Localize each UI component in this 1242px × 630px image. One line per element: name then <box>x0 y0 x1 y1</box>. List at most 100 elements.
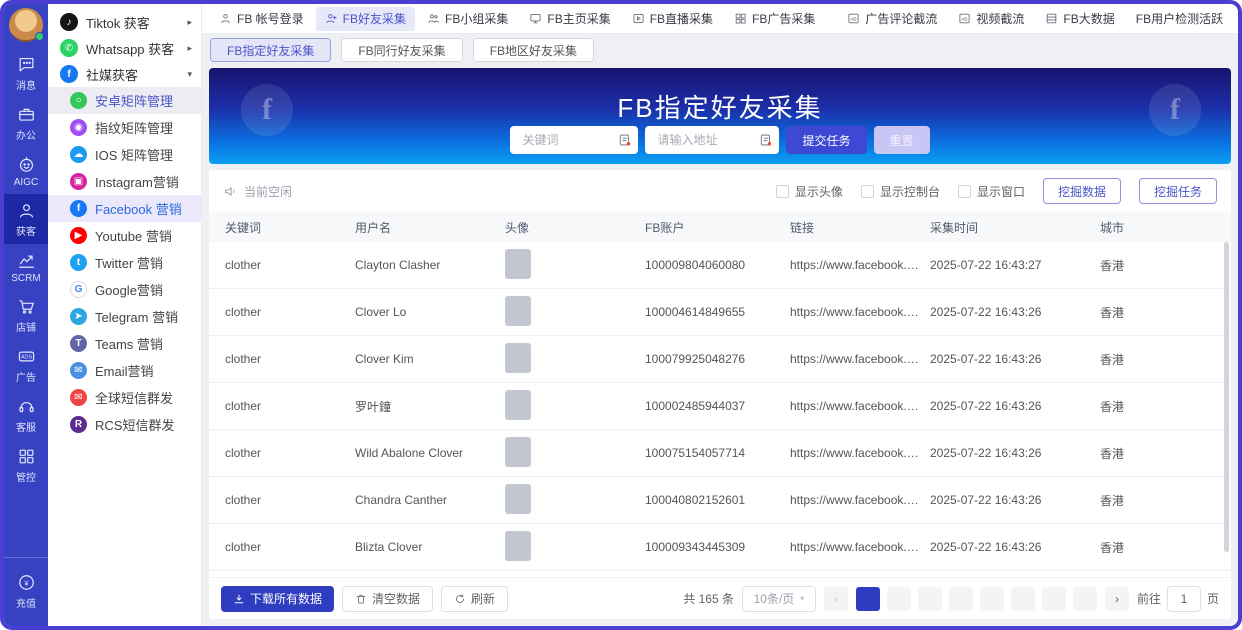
subtab-designated-friend[interactable]: FB指定好友采集 <box>210 38 331 62</box>
sidebar-group-tiktok[interactable]: ♪ Tiktok 获客 ▸ <box>48 9 201 35</box>
checkbox-show-window[interactable]: 显示窗口 <box>958 183 1025 200</box>
cell-link[interactable]: https://www.facebook.com/pr... <box>790 258 930 272</box>
tab-fb-friend-collect[interactable]: FB好友采集 <box>316 7 415 31</box>
page-button[interactable] <box>1042 587 1066 611</box>
rail-label: 办公 <box>16 127 36 142</box>
tab-fb-account-login[interactable]: FB 帐号登录 <box>210 7 313 31</box>
col-username: 用户名 <box>355 219 505 236</box>
sidebar-submenu-item[interactable]: ◉ 指纹矩阵管理 <box>48 114 201 141</box>
data-card: 当前空闲 显示头像 显示控制台 显示窗口 挖掘数据 挖掘任务 关键词 用户名 头… <box>209 170 1231 619</box>
next-page-button[interactable]: › <box>1105 587 1129 611</box>
rail-item-support[interactable]: 客服 <box>4 390 48 440</box>
submenu-label: 安卓矩阵管理 <box>95 91 173 110</box>
avatar-placeholder <box>505 437 531 467</box>
cell-link[interactable]: https://www.facebook.com/pr... <box>790 446 930 460</box>
sidebar-submenu-item[interactable]: R RCS短信群发 <box>48 411 201 438</box>
cell-link[interactable]: https://www.facebook.com/ke... <box>790 493 930 507</box>
cell-link[interactable]: https://www.facebook.com/lo... <box>790 399 930 413</box>
avatar-placeholder <box>505 296 531 326</box>
table-row[interactable]: clother Clover Lo 100004614849655 https:… <box>209 289 1231 336</box>
cell-link[interactable]: https://www.facebook.com/bl... <box>790 540 930 554</box>
table-row[interactable]: clother Blizta Clover 100009343445309 ht… <box>209 524 1231 571</box>
table-row[interactable]: clother 罗叶鐘 100002485944037 https://www.… <box>209 383 1231 430</box>
tab-fb-ads-collect[interactable]: FB广告采集 <box>725 7 824 31</box>
mine-task-button[interactable]: 挖掘任务 <box>1139 178 1217 204</box>
people-icon <box>427 12 440 25</box>
main-area: FB 帐号登录 FB好友采集 FB小组采集 FB主页采集 FB直播采集 FB广告… <box>202 4 1238 626</box>
cell-city: 香港 <box>1100 398 1231 415</box>
grid-icon <box>734 12 747 25</box>
rail-item-ads[interactable]: ADS 广告 <box>4 340 48 390</box>
tab-fb-live-collect[interactable]: FB直播采集 <box>623 7 722 31</box>
sidebar-submenu-item[interactable]: ▣ Instagram营销 <box>48 168 201 195</box>
group-label: Whatsapp 获客 <box>86 39 174 58</box>
keyword-input[interactable] <box>520 132 618 148</box>
tab-fb-group-collect[interactable]: FB小组采集 <box>418 7 517 31</box>
address-input[interactable] <box>655 132 759 148</box>
sidebar-submenu-item[interactable]: f Facebook 营销 <box>48 195 201 222</box>
page-button[interactable] <box>1011 587 1035 611</box>
table-row[interactable]: clother Wild Abalone Clover 100075154057… <box>209 430 1231 477</box>
tab-video-intercept[interactable]: AD 视频截流 <box>949 7 1033 31</box>
monitor-icon <box>529 12 542 25</box>
table-row[interactable]: clother Chandra Canther 100040802152601 … <box>209 477 1231 524</box>
sidebar-submenu-item[interactable]: ✉ 全球短信群发 <box>48 384 201 411</box>
download-all-button[interactable]: 下载所有数据 <box>221 586 334 612</box>
tab-fb-user-active-check[interactable]: FB用户检测活跃 <box>1127 7 1232 31</box>
sidebar-group-social[interactable]: f 社媒获客 ▾ <box>48 61 201 87</box>
page-button[interactable] <box>949 587 973 611</box>
rail-item-aigc[interactable]: AIGC <box>4 148 48 194</box>
sidebar-submenu-item[interactable]: ✉ Email营销 <box>48 357 201 384</box>
checkbox-show-console[interactable]: 显示控制台 <box>861 183 940 200</box>
tab-fb-bigdata[interactable]: FB大数据 <box>1036 7 1123 31</box>
page-button[interactable] <box>1073 587 1097 611</box>
document-edit-icon[interactable] <box>759 133 773 147</box>
sidebar-submenu-item[interactable]: ➤ Telegram 营销 <box>48 303 201 330</box>
submit-task-button[interactable]: 提交任务 <box>786 126 866 154</box>
sidebar-group-whatsapp[interactable]: ✆ Whatsapp 获客 ▸ <box>48 35 201 61</box>
document-edit-icon[interactable] <box>618 133 632 147</box>
cell-keyword: clother <box>225 540 355 554</box>
page-button[interactable] <box>856 587 880 611</box>
rail-item-recharge[interactable]: ¥ 充值 <box>4 566 48 616</box>
subtab-peer-friend[interactable]: FB同行好友采集 <box>341 38 462 62</box>
rail-item-scrm[interactable]: SCRM <box>4 244 48 290</box>
page-button[interactable] <box>887 587 911 611</box>
app-window: 消息 办公 AIGC 获客 SCRM 店铺 ADS 广告 客服 <box>0 0 1242 630</box>
subtab-region-friend[interactable]: FB地区好友采集 <box>473 38 594 62</box>
clear-data-button[interactable]: 清空数据 <box>342 586 433 612</box>
checkbox-show-avatar[interactable]: 显示头像 <box>776 183 843 200</box>
page-size-select[interactable]: 10条/页▾ <box>742 586 816 612</box>
sidebar-submenu-item[interactable]: t Twitter 营销 <box>48 249 201 276</box>
page-button[interactable] <box>980 587 1004 611</box>
submenu-label: Google营销 <box>95 280 163 299</box>
rail-item-manage[interactable]: 管控 <box>4 440 48 490</box>
table-row[interactable]: clother Clayton Clasher 100009804060080 … <box>209 242 1231 289</box>
sidebar-submenu-item[interactable]: ▶ Youtube 营销 <box>48 222 201 249</box>
refresh-button[interactable]: 刷新 <box>441 586 508 612</box>
sidebar-submenu-item[interactable]: ○ 安卓矩阵管理 <box>48 87 201 114</box>
sidebar-submenu-item[interactable]: ☁ IOS 矩阵管理 <box>48 141 201 168</box>
cell-link[interactable]: https://www.facebook.com/cl... <box>790 305 930 319</box>
person-icon <box>17 201 36 220</box>
rail-item-office[interactable]: 办公 <box>4 98 48 148</box>
rail-item-shop[interactable]: 店铺 <box>4 290 48 340</box>
mine-data-button[interactable]: 挖掘数据 <box>1043 178 1121 204</box>
user-avatar[interactable] <box>9 8 43 42</box>
rail-item-leads[interactable]: 获客 <box>4 194 48 244</box>
prev-page-button[interactable]: ‹ <box>824 587 848 611</box>
table-row[interactable]: clother Clover Kim 100079925048276 https… <box>209 336 1231 383</box>
cell-link[interactable]: https://www.facebook.com/pr... <box>790 352 930 366</box>
tab-ad-comment-intercept[interactable]: AD 广告评论截流 <box>838 7 946 31</box>
table-scrollbar[interactable] <box>1224 242 1229 552</box>
goto-page-input[interactable] <box>1167 586 1201 612</box>
chevron-right-icon: ▸ <box>187 43 192 54</box>
tab-fb-page-collect[interactable]: FB主页采集 <box>520 7 619 31</box>
sidebar-submenu-item[interactable]: T Teams 营销 <box>48 330 201 357</box>
sidebar-submenu-item[interactable]: G Google营销 <box>48 276 201 303</box>
page-button[interactable] <box>918 587 942 611</box>
rail-item-messages[interactable]: 消息 <box>4 48 48 98</box>
status-text: 当前空闲 <box>244 183 292 200</box>
refresh-icon <box>454 593 466 605</box>
reset-button[interactable]: 重置 <box>874 126 930 154</box>
